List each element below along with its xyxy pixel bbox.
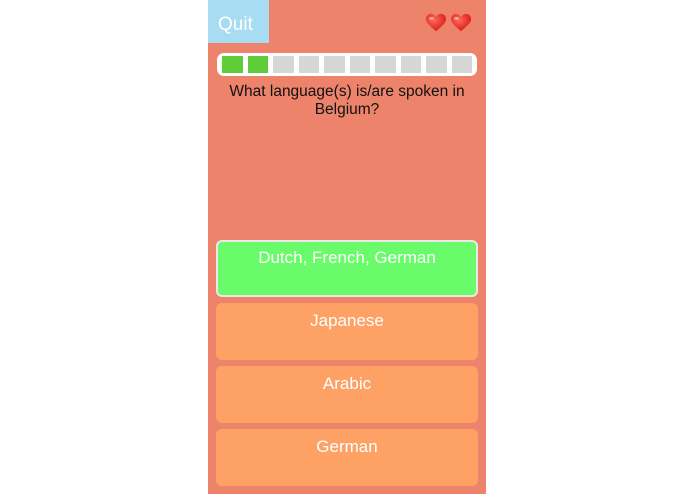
quit-button[interactable]: Quit	[208, 0, 269, 43]
progress-segment	[273, 56, 294, 73]
progress-segment	[222, 56, 243, 73]
heart-icon	[450, 13, 472, 32]
progress-segment	[247, 56, 268, 73]
heart-icon	[425, 13, 447, 32]
question-text: What language(s) is/are spoken in Belgiu…	[229, 83, 465, 118]
answer-option-2[interactable]: Japanese	[216, 303, 478, 360]
answer-option-4[interactable]: German	[216, 429, 478, 486]
answer-list: Dutch, French, German Japanese Arabic Ge…	[216, 240, 478, 492]
progress-segment	[400, 56, 421, 73]
progress-segment	[426, 56, 447, 73]
progress-bar	[217, 53, 477, 76]
quiz-screen: Quit What language(s) is/are spoken in B…	[208, 0, 486, 494]
answer-option-3[interactable]: Arabic	[216, 366, 478, 423]
progress-segment	[375, 56, 396, 73]
progress-segment	[349, 56, 370, 73]
lives-indicator	[425, 12, 472, 34]
progress-segment	[298, 56, 319, 73]
progress-segment	[324, 56, 345, 73]
progress-segment	[451, 56, 472, 73]
answer-option-1[interactable]: Dutch, French, German	[216, 240, 478, 297]
